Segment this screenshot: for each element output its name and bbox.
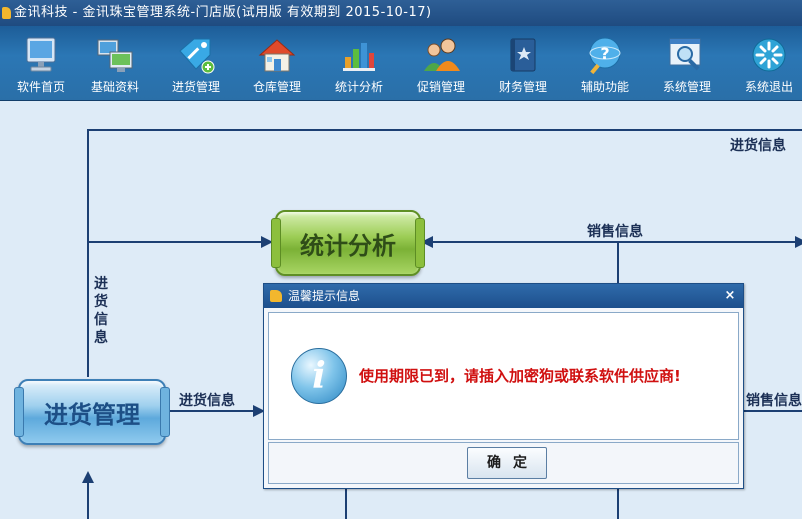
label-sales-info-top: 销售信息 <box>587 224 643 240</box>
toolbar-item-system-manage[interactable]: 系统管理 <box>646 26 728 100</box>
stats-analysis-node[interactable]: 统计分析 <box>271 210 425 276</box>
toolbar-label: 进货管理 <box>171 80 220 94</box>
ledger-book-icon <box>510 38 536 72</box>
flow-line <box>87 129 802 131</box>
flow-line <box>742 410 802 412</box>
arrow-right <box>795 236 802 248</box>
house-icon <box>258 39 296 72</box>
toolbar-label: 基础资料 <box>90 80 139 94</box>
power-icon <box>752 38 786 72</box>
toolbar-label: 财务管理 <box>498 80 547 94</box>
svg-text:?: ? <box>600 44 609 63</box>
toolbar-item-exit[interactable]: 系统退出 <box>728 26 802 100</box>
flow-line <box>87 481 89 519</box>
monitor-icon <box>26 37 56 72</box>
arrow-up <box>82 471 94 483</box>
warning-dialog: 温馨提示信息 × i 使用期限已到，请插入加密狗或联系软件供应商! 确定 <box>263 283 744 489</box>
toolbar-item-finance[interactable]: 财务管理 <box>482 26 564 100</box>
dialog-footer: 确定 <box>268 442 739 484</box>
dialog-app-icon <box>270 290 282 302</box>
dialog-body: i 使用期限已到，请插入加密狗或联系软件供应商! <box>268 312 739 440</box>
toolbar-label: 仓库管理 <box>252 80 301 94</box>
label-purchase-info-top: 进货信息 <box>730 138 786 154</box>
help-globe-icon: ? <box>589 37 621 75</box>
dialog-title-bar: 温馨提示信息 × <box>264 284 743 308</box>
toolbar-item-purchase[interactable]: 进货管理 <box>155 26 237 100</box>
toolbar-label: 促销管理 <box>416 80 465 94</box>
dialog-title: 温馨提示信息 <box>288 289 361 303</box>
toolbar-item-warehouse[interactable]: 仓库管理 <box>236 26 318 100</box>
toolbar-item-basic-data[interactable]: 基础资料 <box>74 26 156 100</box>
toolbar-label: 系统管理 <box>662 80 711 94</box>
label-purchase-info-right: 进货信息 <box>179 393 235 409</box>
purchase-management-node[interactable]: 进货管理 <box>14 379 170 445</box>
main-toolbar: 软件首页 基础资料 进货管理 仓库管理 统计分析 促销管理 财务管理 ? 辅助功… <box>0 26 802 101</box>
toolbar-label: 统计分析 <box>334 80 383 94</box>
label-sales-info-right: 销售信息 <box>746 393 802 409</box>
app-icon <box>2 7 11 19</box>
toolbar-label: 辅助功能 <box>580 80 629 94</box>
flow-line <box>345 486 347 519</box>
toolbar-item-auxiliary[interactable]: ? 辅助功能 <box>564 26 646 100</box>
info-icon: i <box>291 348 347 404</box>
node-label: 统计分析 <box>300 230 396 260</box>
flow-line <box>165 410 265 412</box>
computers-icon <box>97 39 133 72</box>
toolbar-item-promotion[interactable]: 促销管理 <box>400 26 482 100</box>
people-icon <box>424 38 460 71</box>
magnifier-window-icon <box>669 38 701 71</box>
toolbar-item-home[interactable]: 软件首页 <box>0 26 82 100</box>
close-button[interactable]: × <box>723 284 737 308</box>
title-bar: 金讯科技 - 金讯珠宝管理系统-门店版(试用版 有效期到 2015-10-17) <box>0 0 802 26</box>
toolbar-label: 系统退出 <box>744 80 793 94</box>
node-label: 进货管理 <box>44 399 140 429</box>
bar-chart-icon <box>343 43 375 71</box>
flow-line <box>87 129 89 377</box>
dialog-message: 使用期限已到，请插入加密狗或联系软件供应商! <box>359 367 681 385</box>
toolbar-item-statistics[interactable]: 统计分析 <box>318 26 400 100</box>
price-tag-icon <box>179 38 215 74</box>
flow-line <box>87 241 262 243</box>
toolbar-label: 软件首页 <box>16 80 65 94</box>
label-purchase-info-vertical: 进货信息 <box>94 276 108 346</box>
ok-button[interactable]: 确定 <box>467 447 547 479</box>
window-title: 金讯科技 - 金讯珠宝管理系统-门店版(试用版 有效期到 2015-10-17) <box>14 5 432 20</box>
